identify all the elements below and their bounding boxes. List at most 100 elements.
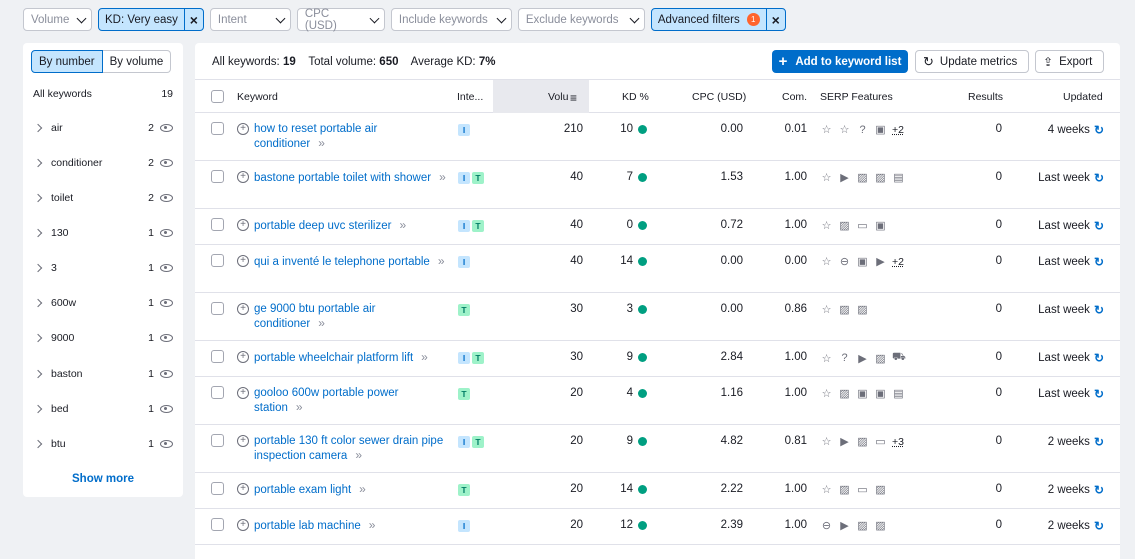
double-chevron-icon[interactable]: » xyxy=(421,350,428,364)
double-chevron-icon[interactable]: » xyxy=(355,448,362,462)
by-volume-button[interactable]: By volume xyxy=(102,50,172,73)
eye-icon[interactable] xyxy=(160,370,173,378)
serp-more-link[interactable]: +2 xyxy=(892,124,904,136)
row-checkbox[interactable] xyxy=(211,482,224,495)
eye-icon[interactable] xyxy=(160,229,173,237)
chevron-right-icon[interactable] xyxy=(33,439,43,449)
export-button[interactable]: ⇪ Export xyxy=(1035,50,1104,73)
refresh-icon[interactable]: ↻ xyxy=(1094,303,1104,317)
chevron-right-icon[interactable] xyxy=(33,404,43,414)
refresh-icon[interactable]: ↻ xyxy=(1094,255,1104,269)
cpc-filter[interactable]: CPC (USD) xyxy=(296,8,385,32)
refresh-icon[interactable]: ↻ xyxy=(1094,171,1104,185)
double-chevron-icon[interactable]: » xyxy=(296,400,303,414)
intent-filter[interactable]: Intent xyxy=(209,8,291,31)
double-chevron-icon[interactable]: » xyxy=(439,170,446,184)
row-checkbox[interactable] xyxy=(211,218,224,231)
add-keyword-icon[interactable]: + xyxy=(237,351,249,363)
add-keyword-icon[interactable]: + xyxy=(237,219,249,231)
double-chevron-icon[interactable]: » xyxy=(399,218,406,232)
volume-filter[interactable]: Volume xyxy=(23,8,92,31)
close-icon[interactable]: × xyxy=(765,9,785,30)
keyword-link[interactable]: portable lab machine xyxy=(254,520,361,532)
keyword-link[interactable]: bastone portable toilet with shower xyxy=(254,172,431,184)
refresh-icon[interactable]: ↻ xyxy=(1094,435,1104,449)
column-serp-features[interactable]: SERP Features xyxy=(820,91,893,103)
select-all-checkbox[interactable] xyxy=(211,90,224,103)
row-checkbox[interactable] xyxy=(211,350,224,363)
add-keyword-icon[interactable]: + xyxy=(237,303,249,315)
keyword-link[interactable]: portable 130 ft color sewer drain pipe i… xyxy=(254,435,443,462)
refresh-icon[interactable]: ↻ xyxy=(1094,519,1104,533)
column-cpc[interactable]: CPC (USD) xyxy=(692,91,746,103)
add-to-keyword-list-button[interactable]: + Add to keyword list xyxy=(772,50,908,73)
double-chevron-icon[interactable]: » xyxy=(318,136,325,150)
row-checkbox[interactable] xyxy=(211,122,224,135)
sidebar-item-3[interactable]: 31 xyxy=(33,261,173,275)
chevron-right-icon[interactable] xyxy=(33,193,43,203)
refresh-icon[interactable]: ↻ xyxy=(1094,387,1104,401)
sidebar-item-btu[interactable]: btu 1 xyxy=(33,437,173,451)
chevron-right-icon[interactable] xyxy=(33,333,43,343)
row-checkbox[interactable] xyxy=(211,518,224,531)
chevron-right-icon[interactable] xyxy=(33,158,43,168)
add-keyword-icon[interactable]: + xyxy=(237,387,249,399)
exclude-keywords-filter[interactable]: Exclude keywords xyxy=(517,8,645,31)
chevron-right-icon[interactable] xyxy=(33,263,43,273)
eye-icon[interactable] xyxy=(160,299,173,307)
sidebar-item-toilet[interactable]: toilet 2 xyxy=(33,191,173,205)
sidebar-item-9000[interactable]: 9000 1 xyxy=(33,331,173,345)
column-keyword[interactable]: Keyword xyxy=(237,91,278,103)
eye-icon[interactable] xyxy=(160,440,173,448)
sidebar-item-baston[interactable]: baston 1 xyxy=(33,367,173,381)
chevron-right-icon[interactable] xyxy=(33,228,43,238)
keyword-link[interactable]: portable exam light xyxy=(254,484,351,496)
column-volume[interactable]: Volu xyxy=(548,91,568,103)
add-keyword-icon[interactable]: + xyxy=(237,123,249,135)
keyword-link[interactable]: qui a inventé le telephone portable xyxy=(254,256,430,268)
row-checkbox[interactable] xyxy=(211,170,224,183)
show-more-link[interactable]: Show more xyxy=(23,473,183,485)
column-competition[interactable]: Com. xyxy=(782,91,807,103)
keyword-link[interactable]: ge 9000 btu portable air conditioner xyxy=(254,303,375,330)
refresh-icon[interactable]: ↻ xyxy=(1094,219,1104,233)
add-keyword-icon[interactable]: + xyxy=(237,435,249,447)
eye-icon[interactable] xyxy=(160,264,173,272)
eye-icon[interactable] xyxy=(160,334,173,342)
row-checkbox[interactable] xyxy=(211,302,224,315)
keyword-link[interactable]: portable wheelchair platform lift xyxy=(254,352,413,364)
column-results[interactable]: Results xyxy=(968,91,1003,103)
chevron-right-icon[interactable] xyxy=(33,123,43,133)
sidebar-item-130[interactable]: 130 1 xyxy=(33,226,173,240)
sidebar-item-air[interactable]: air 2 xyxy=(33,121,173,135)
chevron-right-icon[interactable] xyxy=(33,369,43,379)
all-keywords-group[interactable]: All keywords 19 xyxy=(33,88,173,100)
add-keyword-icon[interactable]: + xyxy=(237,483,249,495)
row-checkbox[interactable] xyxy=(211,386,224,399)
update-metrics-button[interactable]: ↻ Update metrics xyxy=(915,50,1029,73)
eye-icon[interactable] xyxy=(160,194,173,202)
double-chevron-icon[interactable]: » xyxy=(438,254,445,268)
close-icon[interactable]: × xyxy=(183,9,203,30)
column-intent[interactable]: Inte... xyxy=(457,91,483,103)
advanced-filters[interactable]: Advanced filters 1 × xyxy=(650,8,786,31)
kd-filter[interactable]: KD: Very easy × xyxy=(98,8,204,31)
double-chevron-icon[interactable]: » xyxy=(359,482,366,496)
eye-icon[interactable] xyxy=(160,159,173,167)
include-keywords-filter[interactable]: Include keywords xyxy=(390,8,512,31)
eye-icon[interactable] xyxy=(160,405,173,413)
by-number-button[interactable]: By number xyxy=(31,50,103,73)
eye-icon[interactable] xyxy=(160,124,173,132)
add-keyword-icon[interactable]: + xyxy=(237,519,249,531)
keyword-link[interactable]: portable deep uvc sterilizer xyxy=(254,220,391,232)
chevron-right-icon[interactable] xyxy=(33,298,43,308)
refresh-icon[interactable]: ↻ xyxy=(1094,123,1104,137)
double-chevron-icon[interactable]: » xyxy=(318,316,325,330)
column-kd[interactable]: KD % xyxy=(622,91,649,103)
row-checkbox[interactable] xyxy=(211,254,224,267)
double-chevron-icon[interactable]: » xyxy=(369,518,376,532)
sidebar-item-bed[interactable]: bed 1 xyxy=(33,402,173,416)
add-keyword-icon[interactable]: + xyxy=(237,171,249,183)
refresh-icon[interactable]: ↻ xyxy=(1094,483,1104,497)
refresh-icon[interactable]: ↻ xyxy=(1094,351,1104,365)
